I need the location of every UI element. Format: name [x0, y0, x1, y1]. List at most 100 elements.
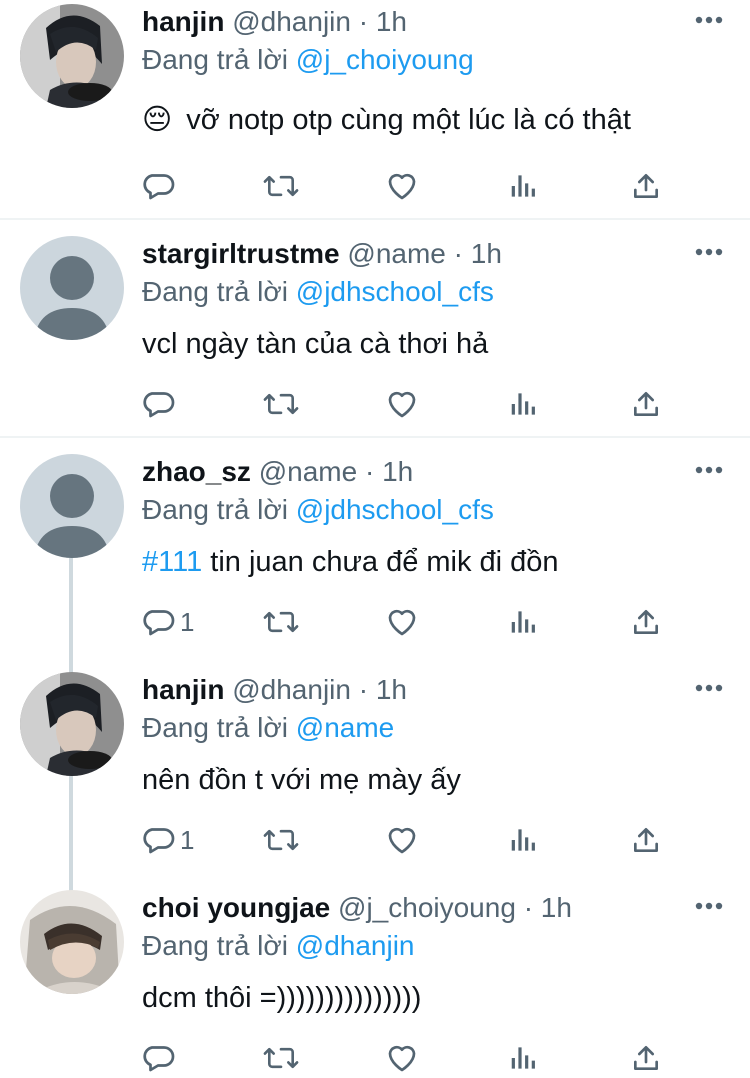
more-icon[interactable] [694, 894, 724, 918]
avatar[interactable] [20, 890, 124, 994]
tweet-body: dcm thôi =))))))))))))))) [142, 982, 422, 1014]
analytics-button[interactable] [508, 384, 540, 424]
like-icon [388, 827, 416, 854]
reply-context: Đang trả lời @dhanjin [142, 928, 415, 964]
avatar[interactable] [20, 236, 124, 340]
more-icon[interactable] [694, 458, 724, 482]
separator: · [358, 674, 369, 705]
analytics-button[interactable] [508, 602, 540, 642]
retweet-button[interactable] [262, 1038, 300, 1078]
reply-mention[interactable]: @jdhschool_cfs [296, 494, 494, 525]
reply-button[interactable]: 1 [140, 602, 194, 642]
retweet-icon [263, 829, 299, 851]
reply-mention[interactable]: @jdhschool_cfs [296, 276, 494, 307]
action-bar: 1 [140, 602, 700, 642]
like-button[interactable] [384, 166, 420, 206]
share-icon [634, 828, 658, 852]
share-button[interactable] [630, 820, 662, 860]
like-button[interactable] [384, 384, 420, 424]
tweet-header: zhao_sz @name · 1h [142, 454, 413, 490]
action-bar: 1 [140, 820, 700, 860]
reply-count: 1 [180, 824, 195, 855]
like-icon [388, 609, 416, 636]
tweet-body: vcl ngày tàn của cà thơi hả [142, 328, 489, 360]
divider [0, 218, 750, 220]
reply-mention[interactable]: @name [296, 712, 394, 743]
like-icon [388, 1045, 416, 1072]
share-button[interactable] [630, 1038, 662, 1078]
display-name[interactable]: hanjin [142, 6, 224, 37]
tweet[interactable]: choi youngjae @j_choiyoung · 1h Đang trả… [0, 886, 750, 1078]
analytics-button[interactable] [508, 1038, 540, 1078]
handle[interactable]: @name [347, 238, 445, 269]
retweet-button[interactable] [262, 166, 300, 206]
tweet-text: dcm thôi =))))))))))))))) [142, 978, 421, 1018]
tweet-header: hanjin @dhanjin · 1h [142, 4, 407, 40]
reply-context: Đang trả lời @j_choiyoung [142, 42, 474, 78]
display-name[interactable]: zhao_sz [142, 456, 251, 487]
separator: · [358, 6, 369, 37]
handle[interactable]: @dhanjin [232, 6, 351, 37]
action-bar [140, 1038, 700, 1078]
more-icon[interactable] [694, 240, 724, 264]
tweet[interactable]: hanjin @dhanjin · 1h Đang trả lời @j_cho… [0, 0, 750, 218]
reply-icon [143, 174, 175, 200]
timestamp[interactable]: 1h [382, 456, 413, 487]
timestamp[interactable]: 1h [376, 674, 407, 705]
reply-mention[interactable]: @j_choiyoung [296, 44, 474, 75]
separator: · [453, 238, 463, 269]
avatar[interactable] [20, 672, 124, 776]
reply-icon [143, 828, 175, 854]
display-name[interactable]: choi youngjae [142, 892, 330, 923]
display-name[interactable]: hanjin [142, 674, 224, 705]
reply-button[interactable]: 1 [140, 820, 194, 860]
more-icon[interactable] [694, 676, 724, 700]
analytics-icon [511, 829, 535, 851]
like-button[interactable] [384, 1038, 420, 1078]
reply-context: Đang trả lời @name [142, 710, 394, 746]
analytics-icon [511, 1047, 535, 1069]
like-button[interactable] [384, 602, 420, 642]
share-button[interactable] [630, 166, 662, 206]
analytics-icon [511, 611, 535, 633]
hashtag[interactable]: #111 [142, 546, 202, 578]
handle[interactable]: @j_choiyoung [338, 892, 516, 923]
tweet[interactable]: hanjin @dhanjin · 1h Đang trả lời @name … [0, 668, 750, 886]
tweet-body: tin juan chưa để mik đi đồn [210, 546, 559, 578]
reply-count: 1 [180, 606, 195, 637]
reply-button[interactable] [140, 1038, 180, 1078]
retweet-button[interactable] [262, 384, 300, 424]
avatar[interactable] [20, 454, 124, 558]
reply-button[interactable] [140, 384, 180, 424]
action-bar [140, 384, 700, 424]
tweet-text: #111 tin juan chưa để mik đi đồn [142, 542, 559, 582]
reply-icon [143, 1046, 175, 1072]
retweet-button[interactable] [262, 820, 300, 860]
tweet-text: nên đồn t với mẹ mày ấy [142, 760, 461, 800]
reply-context: Đang trả lời @jdhschool_cfs [142, 492, 494, 528]
reply-prefix: Đang trả lời [142, 494, 288, 525]
retweet-button[interactable] [262, 602, 300, 642]
share-icon [634, 392, 658, 416]
tweet[interactable]: zhao_sz @name · 1h Đang trả lời @jdhscho… [0, 450, 750, 668]
timestamp[interactable]: 1h [541, 892, 572, 923]
share-button[interactable] [630, 602, 662, 642]
more-icon[interactable] [694, 8, 724, 32]
handle[interactable]: @dhanjin [232, 674, 351, 705]
reply-button[interactable] [140, 166, 180, 206]
timestamp[interactable]: 1h [471, 238, 502, 269]
reply-mention[interactable]: @dhanjin [296, 930, 415, 961]
retweet-icon [263, 175, 299, 197]
tweet[interactable]: stargirltrustme @name · 1h Đang trả lời … [0, 232, 750, 436]
display-name[interactable]: stargirltrustme [142, 238, 340, 269]
avatar[interactable] [20, 4, 124, 108]
timestamp[interactable]: 1h [376, 6, 407, 37]
share-button[interactable] [630, 384, 662, 424]
analytics-button[interactable] [508, 820, 540, 860]
reply-context: Đang trả lời @jdhschool_cfs [142, 274, 494, 310]
like-button[interactable] [384, 820, 420, 860]
retweet-icon [263, 1047, 299, 1069]
analytics-button[interactable] [508, 166, 540, 206]
emoji: 😔 [142, 104, 173, 136]
handle[interactable]: @name [259, 456, 357, 487]
